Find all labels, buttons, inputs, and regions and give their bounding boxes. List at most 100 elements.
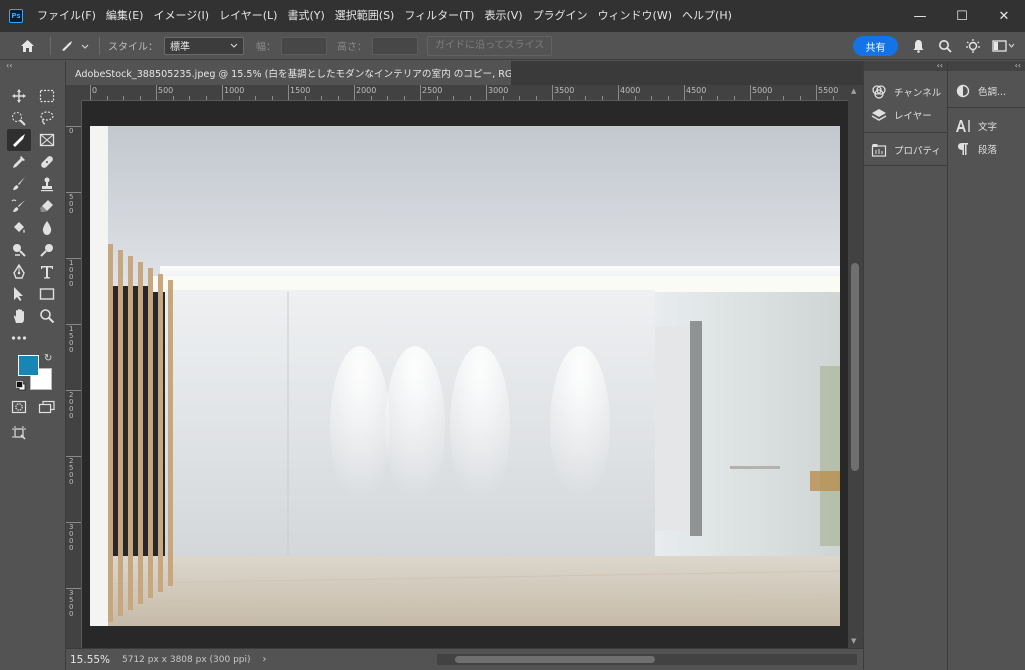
slices-from-guides-button[interactable]: ガイドに沿ってスライス [427,35,553,56]
width-field[interactable] [281,36,327,55]
layers-label: レイヤー [894,111,932,122]
collapse-panels-button[interactable]: ‹‹ [864,61,947,71]
layers-icon [870,107,888,123]
healing-brush-tool-icon[interactable] [35,151,59,173]
menu-view[interactable]: 表示(V) [479,0,527,32]
menu-edit[interactable]: 編集(E) [101,0,149,32]
default-colors-icon[interactable] [16,381,26,391]
channels-panel-button[interactable]: チャンネル [870,82,941,102]
layers-panel-button[interactable]: レイヤー [870,105,932,125]
scroll-up-icon[interactable]: ▲ [851,87,856,95]
brush-tool-icon[interactable] [7,173,31,195]
eraser-tool-icon[interactable] [35,195,59,217]
share-button[interactable]: 共有 [853,36,898,56]
menu-items: ファイル(F) 編集(E) イメージ(I) レイヤー(L) 書式(Y) 選択範囲… [32,0,737,32]
ruler-tick [684,85,685,100]
menu-type[interactable]: 書式(Y) [282,0,329,32]
ruler-origin[interactable] [66,85,82,101]
more-tools-icon[interactable] [7,327,31,349]
character-icon [954,118,972,134]
collapse-tools-button[interactable]: ‹‹ [6,61,12,70]
scroll-down-icon[interactable]: ▼ [851,637,856,645]
stamp-tool-icon[interactable] [35,173,59,195]
vertical-scrollbar[interactable]: ▲ ▼ [848,85,863,648]
ruler-tick [618,85,619,100]
quick-mask-icon[interactable] [7,396,31,418]
style-dropdown[interactable]: 標準 [164,36,244,55]
ruler-label: 5000 [752,86,773,95]
marquee-tool-icon[interactable] [35,85,59,107]
ruler-tick [552,85,553,100]
photoshop-logo[interactable]: Ps [9,9,23,23]
artboard-icon[interactable] [7,422,31,444]
ruler-tick [222,85,223,100]
vertical-ruler[interactable]: 0 500 1000 1500 2000 2500 3000 3500 [66,101,82,648]
collapse-panels-button[interactable]: ‹‹ [948,61,1025,71]
paint-bucket-tool-icon[interactable] [7,217,31,239]
ruler-label: 4000 [620,86,641,95]
home-icon[interactable] [16,35,38,57]
rectangle-tool-icon[interactable] [35,283,59,305]
menu-file[interactable]: ファイル(F) [32,0,101,32]
horizontal-ruler[interactable]: 0 500 1000 1500 2000 2500 3000 3500 4000 4500 5000… [82,85,848,101]
status-bar: 15.55% 5712 px x 3808 px (300 ppi) › [66,648,863,670]
minimize-button[interactable]: — [899,0,941,32]
ruler-tick [288,85,289,100]
canvas-area[interactable] [82,101,848,648]
menu-plugins[interactable]: プラグイン [528,0,593,32]
burn-sponge-tool-icon[interactable] [35,239,59,261]
blur-tool-icon[interactable] [35,217,59,239]
menu-select[interactable]: 選択範囲(S) [330,0,400,32]
workspace-switcher-icon[interactable] [990,36,1018,56]
properties-panel-button[interactable]: プロパティ [870,140,941,160]
foreground-color-swatch[interactable] [18,355,39,376]
menu-image[interactable]: イメージ(I) [148,0,214,32]
options-bar: スタイル： 標準 幅： 高さ： ガイドに沿ってスライス 共有 [0,32,1025,60]
frame-tool-icon[interactable] [35,129,59,151]
history-brush-tool-icon[interactable] [7,195,31,217]
ruler-label: 1000 [224,86,245,95]
notifications-icon[interactable] [908,36,928,56]
eyedropper-tool-icon[interactable] [7,151,31,173]
lasso-tool-icon[interactable] [35,107,59,129]
tool-preset-picker[interactable] [59,35,91,57]
slice-tool-icon[interactable] [7,129,31,151]
paragraph-panel-button[interactable]: 段落 [954,139,997,159]
ruler-label: 0 [92,86,98,95]
close-button[interactable]: ✕ [983,0,1025,32]
quick-selection-tool-icon[interactable] [7,107,31,129]
swap-colors-icon[interactable]: ↻ [44,353,52,364]
hand-tool-icon[interactable] [7,305,31,327]
height-field[interactable] [372,36,418,55]
window-controls: — ☐ ✕ [899,0,1025,32]
menu-help[interactable]: ヘルプ(H) [677,0,737,32]
menu-filter[interactable]: フィルター(T) [399,0,479,32]
vertical-scroll-thumb[interactable] [851,263,859,471]
panel-dock-column-2: ‹‹ 色調... 文字 段落 [947,61,1025,670]
move-tool-icon[interactable] [7,85,31,107]
document-title: AdobeStock_388505235.jpeg @ 15.5% (白を基調と… [75,69,511,80]
document-tab[interactable]: AdobeStock_388505235.jpeg @ 15.5% (白を基調と… [66,61,511,85]
maximize-button[interactable]: ☐ [941,0,983,32]
status-menu-chevron-icon[interactable]: › [263,654,267,665]
type-tool-icon[interactable] [35,261,59,283]
separator [50,36,51,55]
menu-bar: Ps ファイル(F) 編集(E) イメージ(I) レイヤー(L) 書式(Y) 選… [0,0,1025,32]
horizontal-scroll-thumb[interactable] [455,656,655,663]
ruler-label: 500 [158,86,174,95]
pen-tool-icon[interactable] [7,261,31,283]
zoom-tool-icon[interactable] [35,305,59,327]
path-selection-tool-icon[interactable] [7,283,31,305]
discover-lightbulb-icon[interactable] [963,36,983,56]
horizontal-scrollbar[interactable] [437,654,857,665]
search-icon[interactable] [935,36,955,56]
screen-mode-icon[interactable] [35,396,59,418]
zoom-level-field[interactable]: 15.55% [70,654,118,666]
menu-window[interactable]: ウィンドウ(W) [593,0,677,32]
menu-layer[interactable]: レイヤー(L) [214,0,282,32]
dodge-tool-icon[interactable] [7,239,31,261]
adjustments-panel-button[interactable]: 色調... [954,81,1006,101]
character-panel-button[interactable]: 文字 [954,116,997,136]
style-value: 標準 [170,42,190,53]
channels-icon [870,84,888,100]
